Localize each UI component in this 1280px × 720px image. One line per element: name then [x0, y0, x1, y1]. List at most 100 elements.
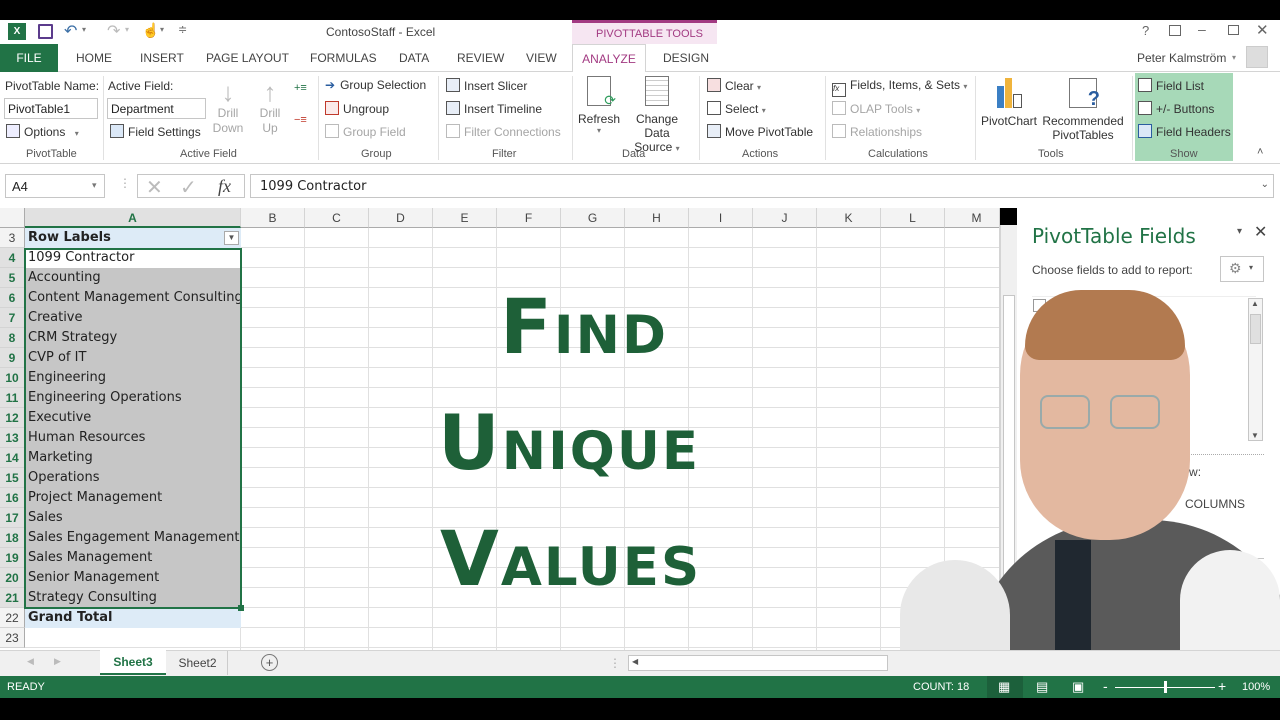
sheet-tab-sheet3[interactable]: Sheet3 — [100, 650, 166, 675]
column-header-j[interactable]: J — [753, 208, 817, 228]
row-header[interactable]: 13 — [0, 428, 25, 448]
redo-dropdown-icon[interactable]: ▾ — [125, 25, 129, 34]
save-icon[interactable] — [38, 24, 53, 39]
tab-review[interactable]: REVIEW — [457, 51, 504, 65]
help-icon[interactable]: ? — [1142, 23, 1149, 38]
touch-dropdown-icon[interactable]: ▾ — [160, 25, 164, 34]
enter-icon[interactable]: ✓ — [180, 175, 197, 200]
column-header-g[interactable]: G — [561, 208, 625, 228]
column-header-i[interactable]: I — [689, 208, 753, 228]
tools-button[interactable]: ⚙ ▾ — [1220, 256, 1264, 282]
scroll-left-icon[interactable]: ◀ — [632, 657, 638, 666]
row-header[interactable]: 18 — [0, 528, 25, 548]
ungroup-button[interactable]: Ungroup — [325, 101, 389, 116]
zoom-slider-thumb[interactable] — [1164, 681, 1167, 693]
pivot-row-item[interactable]: Sales — [25, 508, 241, 528]
pane-options-icon[interactable]: ▾ — [1237, 226, 1242, 237]
ribbon-display-icon[interactable] — [1169, 25, 1181, 36]
row-header[interactable]: 7 — [0, 308, 25, 328]
formula-input[interactable]: 1099 Contractor ⌄ — [250, 174, 1274, 198]
row-labels-header[interactable]: Row Labels — [25, 228, 241, 248]
redo-icon[interactable]: ↷ — [107, 21, 120, 41]
pivot-row-item[interactable]: Sales Engagement Management — [25, 528, 241, 548]
collapse-ribbon-icon[interactable]: ˄ — [1257, 146, 1263, 158]
tab-home[interactable]: HOME — [76, 51, 112, 65]
worksheet-grid[interactable]: ABCDEFGHIJKLM 3 Row Labels ▼ 4 1099 Contract… — [0, 208, 1000, 650]
row-header[interactable]: 20 — [0, 568, 25, 588]
row-header[interactable]: 14 — [0, 448, 25, 468]
expand-formula-icon[interactable]: ⌄ — [1261, 179, 1269, 190]
pivot-row-item[interactable]: Marketing — [25, 448, 241, 468]
drill-up-button[interactable]: ↑ Drill Up — [252, 78, 288, 136]
move-pivottable-button[interactable]: Move PivotTable — [707, 124, 813, 139]
touch-mode-icon[interactable]: ☝ — [142, 22, 159, 39]
fill-handle[interactable] — [238, 605, 244, 611]
prev-sheet-icon[interactable]: ◀ — [27, 656, 34, 667]
row-header[interactable]: 3 — [0, 228, 25, 248]
group-field-button[interactable]: Group Field — [325, 124, 406, 139]
name-box-dropdown-icon[interactable]: ▾ — [92, 180, 97, 191]
pivot-row-item[interactable]: Creative — [25, 308, 241, 328]
column-header-d[interactable]: D — [369, 208, 433, 228]
olap-tools-button[interactable]: OLAP Tools ▾ — [832, 101, 920, 116]
pivottable-name-input[interactable] — [4, 98, 98, 119]
next-sheet-icon[interactable]: ▶ — [54, 656, 61, 667]
buttons-toggle[interactable]: +/- Buttons — [1138, 101, 1214, 116]
drill-down-button[interactable]: ↓ Drill Down — [210, 78, 246, 136]
undo-icon[interactable]: ↶ — [64, 21, 77, 41]
pivot-row-item[interactable]: Content Management Consulting — [25, 288, 241, 308]
field-headers-toggle[interactable]: Field Headers — [1138, 124, 1231, 139]
row-header[interactable]: 16 — [0, 488, 25, 508]
pivot-row-item[interactable]: Human Resources — [25, 428, 241, 448]
recommended-pivottables-button[interactable]: ? Recommended PivotTables — [1040, 78, 1126, 142]
tab-data[interactable]: DATA — [399, 51, 429, 65]
avatar[interactable] — [1246, 46, 1268, 68]
field-list-toggle[interactable]: Field List — [1138, 78, 1204, 93]
pivot-row-item[interactable]: Executive — [25, 408, 241, 428]
pane-close-icon[interactable]: ✕ — [1254, 222, 1267, 242]
column-header-m[interactable]: M — [945, 208, 1000, 228]
undo-dropdown-icon[interactable]: ▾ — [82, 25, 86, 34]
clear-button[interactable]: Clear ▾ — [707, 78, 761, 93]
column-header-l[interactable]: L — [881, 208, 945, 228]
insert-function-icon[interactable]: fx — [218, 176, 231, 197]
row-header[interactable]: 8 — [0, 328, 25, 348]
minimize-icon[interactable]: – — [1198, 21, 1206, 37]
excel-logo-icon[interactable]: X — [8, 23, 26, 40]
row-labels-filter-icon[interactable]: ▼ — [224, 231, 239, 245]
close-icon[interactable]: ✕ — [1256, 21, 1269, 39]
column-header-h[interactable]: H — [625, 208, 689, 228]
pivot-row-item[interactable]: Engineering — [25, 368, 241, 388]
tab-design[interactable]: DESIGN — [663, 51, 709, 65]
active-field-input[interactable] — [107, 98, 206, 119]
pivot-row-item[interactable]: Strategy Consulting — [25, 588, 241, 608]
pivot-row-item[interactable]: Engineering Operations — [25, 388, 241, 408]
fields-items-sets-button[interactable]: fx Fields, Items, & Sets ▾ — [832, 78, 967, 97]
column-header-c[interactable]: C — [305, 208, 369, 228]
customize-qat-icon[interactable]: ≑ — [178, 23, 187, 36]
column-header-b[interactable]: B — [241, 208, 305, 228]
row-header[interactable]: 17 — [0, 508, 25, 528]
tab-analyze[interactable]: ANALYZE — [572, 44, 646, 73]
pivotchart-button[interactable]: PivotChart — [980, 78, 1038, 128]
row-header[interactable]: 11 — [0, 388, 25, 408]
group-selection-button[interactable]: ➔ Group Selection — [325, 78, 426, 92]
row-header[interactable]: 21 — [0, 588, 25, 608]
row-header[interactable]: 6 — [0, 288, 25, 308]
tab-formulas[interactable]: FORMULAS — [310, 51, 377, 65]
zoom-out-icon[interactable]: - — [1103, 678, 1108, 694]
collapse-field-icon[interactable]: −≡ — [294, 114, 307, 126]
tab-view[interactable]: VIEW — [526, 51, 557, 65]
user-name[interactable]: Peter Kalmström — [1137, 51, 1226, 65]
row-header[interactable]: 10 — [0, 368, 25, 388]
normal-view-icon[interactable]: ▦ — [998, 679, 1010, 695]
name-box[interactable]: A4 ▾ — [5, 174, 105, 198]
insert-slicer-button[interactable]: Insert Slicer — [446, 78, 527, 93]
pivot-row-item[interactable]: CRM Strategy — [25, 328, 241, 348]
pivot-row-item[interactable]: Sales Management — [25, 548, 241, 568]
expand-field-icon[interactable]: +≡ — [294, 82, 307, 94]
row-header[interactable]: 9 — [0, 348, 25, 368]
row-header[interactable]: 19 — [0, 548, 25, 568]
refresh-button[interactable]: ⟳ Refresh ▾ — [577, 76, 621, 135]
column-header-e[interactable]: E — [433, 208, 497, 228]
